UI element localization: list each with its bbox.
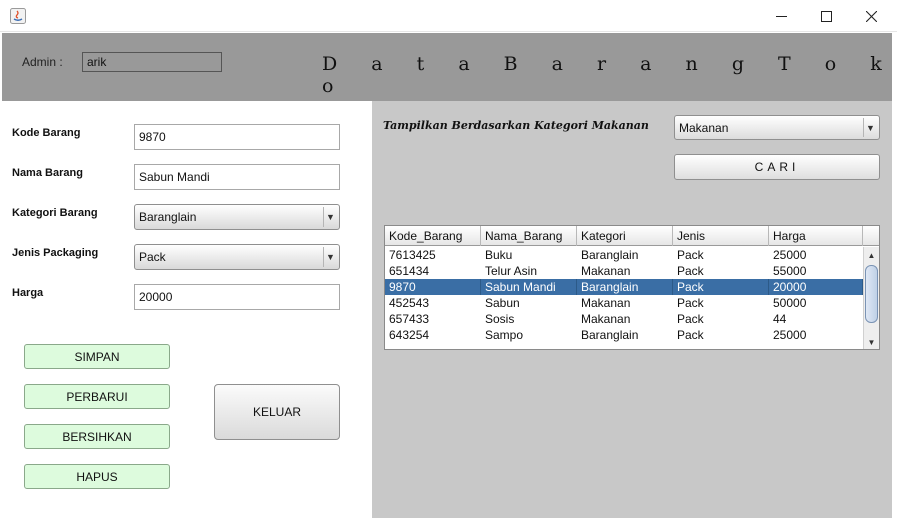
scroll-down-icon[interactable]: ▼: [864, 334, 879, 349]
chevron-down-icon[interactable]: ▼: [863, 118, 877, 137]
admin-label: Admin :: [22, 55, 63, 69]
table-cell: Baranglain: [581, 248, 639, 262]
column-header[interactable]: Kode_Barang: [385, 226, 481, 246]
page-title: D a t a B a r a n g T o k o: [322, 53, 891, 97]
admin-field: arik: [82, 52, 222, 72]
table-cell: 25000: [773, 248, 807, 262]
table-cell: 9870: [385, 279, 481, 295]
column-header[interactable]: Jenis: [673, 226, 769, 246]
table-row[interactable]: 651434 Telur Asin Makanan Pack 55000: [385, 263, 863, 279]
filter-label: Tampilkan Berdasarkan Kategori Makanan: [383, 119, 649, 132]
kategori-barang-label: Kategori Barang: [12, 207, 98, 219]
hapus-button[interactable]: HAPUS: [24, 464, 170, 489]
close-icon: [865, 10, 877, 22]
table-header-corner: [863, 226, 879, 246]
close-button[interactable]: [848, 0, 894, 32]
column-header[interactable]: Nama_Barang: [481, 226, 577, 246]
harga-input[interactable]: 20000: [134, 284, 340, 310]
scroll-up-icon[interactable]: ▲: [864, 247, 879, 263]
jenis-packaging-label: Jenis Packaging: [12, 247, 99, 259]
table-cell: Pack: [677, 312, 704, 326]
window-titlebar: [0, 0, 897, 32]
table-row[interactable]: 452543 Sabun Makanan Pack 50000: [385, 295, 863, 311]
minimize-icon: [775, 15, 787, 17]
table-cell: Baranglain: [577, 279, 673, 295]
kategori-barang-select[interactable]: Baranglain ▼: [134, 204, 340, 230]
table-cell: 55000: [773, 264, 807, 278]
table-scrollbar[interactable]: ▲ ▼: [863, 247, 879, 349]
maximize-icon: [820, 10, 832, 22]
table-cell: Buku: [485, 248, 513, 262]
chevron-down-icon[interactable]: ▼: [323, 207, 337, 227]
table-cell: Pack: [677, 248, 704, 262]
table-cell: 651434: [389, 264, 430, 278]
table-cell: Telur Asin: [485, 264, 538, 278]
keluar-button[interactable]: KELUAR: [214, 384, 340, 440]
jenis-packaging-value: Pack: [139, 250, 166, 264]
table-row[interactable]: 7613425 Buku Baranglain Pack 25000: [385, 247, 863, 263]
table-cell: Pack: [673, 279, 769, 295]
table-cell: Sampo: [485, 328, 524, 342]
simpan-button[interactable]: SIMPAN: [24, 344, 170, 369]
kategori-filter-value: Makanan: [679, 121, 729, 135]
form-panel: Kode Barang 9870 Nama Barang Sabun Mandi…: [2, 101, 372, 518]
table-cell: 643254: [389, 328, 430, 342]
bersihkan-button[interactable]: BERSIHKAN: [24, 424, 170, 449]
table-cell: Pack: [677, 264, 704, 278]
kategori-filter-select[interactable]: Makanan ▼: [674, 115, 880, 140]
kode-barang-input[interactable]: 9870: [134, 124, 340, 150]
table-header: Kode_Barang Nama_Barang Kategori Jenis H…: [385, 226, 863, 246]
table-cell: 50000: [773, 296, 807, 310]
cari-button[interactable]: CARI: [674, 154, 880, 180]
table-cell: 452543: [389, 296, 430, 310]
header-bar: Admin : arik D a t a B a r a n g T o k o: [2, 33, 892, 101]
perbarui-button[interactable]: PERBARUI: [24, 384, 170, 409]
table-cell: Pack: [677, 328, 704, 342]
table-cell: Makanan: [581, 296, 631, 310]
table-cell: 7613425: [389, 248, 436, 262]
table-cell: 657433: [389, 312, 430, 326]
table-cell: 44: [773, 312, 787, 326]
table-cell: Pack: [677, 296, 704, 310]
minimize-button[interactable]: [758, 0, 804, 32]
nama-barang-input[interactable]: Sabun Mandi: [134, 164, 340, 190]
table-row[interactable]: 643254 Sampo Baranglain Pack 25000: [385, 327, 863, 343]
table-row-selected[interactable]: 9870 Sabun Mandi Baranglain Pack 20000: [385, 279, 863, 295]
table-cell: Sabun: [485, 296, 520, 310]
harga-label: Harga: [12, 287, 44, 299]
kategori-barang-value: Baranglain: [139, 210, 197, 224]
data-panel: Tampilkan Berdasarkan Kategori Makanan M…: [372, 101, 892, 518]
table-cell: Makanan: [581, 264, 631, 278]
table-row[interactable]: 657433 Sosis Makanan Pack 44: [385, 311, 863, 327]
maximize-button[interactable]: [803, 0, 849, 32]
jenis-packaging-select[interactable]: Pack ▼: [134, 244, 340, 270]
scrollbar-thumb[interactable]: [865, 265, 878, 323]
table-cell: Sabun Mandi: [481, 279, 577, 295]
table-cell: 25000: [773, 328, 807, 342]
kode-barang-label: Kode Barang: [12, 127, 81, 139]
column-header[interactable]: Kategori: [577, 226, 673, 246]
java-icon: [10, 8, 26, 24]
table-cell: Sosis: [485, 312, 515, 326]
table-body: 7613425 Buku Baranglain Pack 25000 65143…: [385, 247, 863, 349]
table-cell: Makanan: [581, 312, 631, 326]
table-cell: Baranglain: [581, 328, 639, 342]
nama-barang-label: Nama Barang: [12, 167, 83, 179]
table-cell: 20000: [769, 279, 863, 295]
barang-table: Kode_Barang Nama_Barang Kategori Jenis H…: [384, 225, 880, 350]
column-header[interactable]: Harga: [769, 226, 863, 246]
chevron-down-icon[interactable]: ▼: [323, 247, 337, 267]
